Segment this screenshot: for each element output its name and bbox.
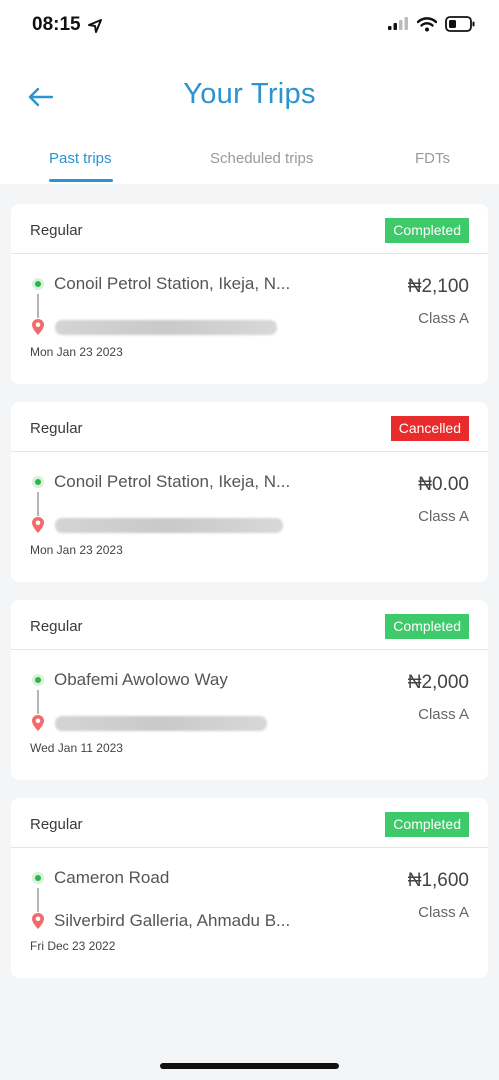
destination-address: Silverbird Galleria, Ahmadu B...: [54, 911, 291, 930]
active-tab-indicator: [49, 179, 113, 182]
trip-date: Mon Jan 23 2023: [30, 345, 123, 359]
trip-card-header: Regular Cancelled: [11, 402, 488, 452]
origin-dot-icon: [32, 278, 44, 290]
destination-pin-icon: [32, 319, 44, 335]
destination-pin-icon: [32, 715, 44, 731]
origin-address: Cameron Road: [54, 868, 170, 887]
destination-pin-icon: [32, 913, 44, 929]
trip-card[interactable]: Regular Completed Obafemi Awolowo Way We…: [11, 600, 488, 780]
status-bar: 08:15: [0, 0, 499, 56]
trip-card-header: Regular Completed: [11, 600, 488, 650]
header: Your Trips Past trips Scheduled trips FD…: [0, 56, 499, 184]
trip-class: Class A: [418, 706, 469, 723]
redacted-destination: [55, 518, 283, 533]
trip-card-header: Regular Completed: [11, 798, 488, 848]
trip-fare: ₦1,600: [407, 870, 469, 891]
route-line: [37, 294, 39, 318]
origin-address: Conoil Petrol Station, Ikeja, N...: [54, 274, 291, 293]
trip-type: Regular: [30, 222, 83, 239]
trip-class: Class A: [418, 310, 469, 327]
location-arrow-icon: [88, 19, 102, 33]
status-time: 08:15: [32, 14, 81, 35]
status-badge: Completed: [385, 218, 469, 243]
trip-card[interactable]: Regular Completed Cameron Road Silverbir…: [11, 798, 488, 978]
page-title: Your Trips: [183, 78, 316, 110]
origin-dot-icon: [32, 674, 44, 686]
destination-pin-icon: [32, 517, 44, 533]
trip-card[interactable]: Regular Completed Conoil Petrol Station,…: [11, 204, 488, 384]
route-line: [37, 492, 39, 516]
route-line: [37, 690, 39, 714]
trip-type: Regular: [30, 816, 83, 833]
origin-dot-icon: [32, 872, 44, 884]
tab-past-trips[interactable]: Past trips: [49, 150, 112, 167]
tab-fdts[interactable]: FDTs: [415, 150, 450, 167]
trip-date: Fri Dec 23 2022: [30, 939, 116, 953]
trip-fare: ₦0.00: [418, 474, 469, 495]
redacted-destination: [55, 320, 277, 335]
tab-bar: Past trips Scheduled trips FDTs: [0, 148, 499, 184]
trip-card-header: Regular Completed: [11, 204, 488, 254]
origin-address: Conoil Petrol Station, Ikeja, N...: [54, 472, 291, 491]
trip-type: Regular: [30, 618, 83, 635]
status-icons: [387, 16, 475, 32]
battery-icon: [445, 16, 475, 32]
trip-date: Wed Jan 11 2023: [30, 741, 123, 755]
trip-fare: ₦2,000: [407, 672, 469, 693]
home-indicator[interactable]: [160, 1063, 339, 1069]
origin-address: Obafemi Awolowo Way: [54, 670, 228, 689]
trip-class: Class A: [418, 508, 469, 525]
status-badge: Completed: [385, 614, 469, 639]
tab-scheduled-trips[interactable]: Scheduled trips: [210, 150, 313, 167]
signal-icon: [388, 17, 408, 30]
wifi-icon: [417, 16, 437, 31]
trip-card[interactable]: Regular Cancelled Conoil Petrol Station,…: [11, 402, 488, 582]
trip-fare: ₦2,100: [407, 276, 469, 297]
trip-type: Regular: [30, 420, 83, 437]
origin-dot-icon: [32, 476, 44, 488]
trip-date: Mon Jan 23 2023: [30, 543, 123, 557]
status-badge: Cancelled: [390, 416, 469, 441]
status-badge: Completed: [385, 812, 469, 837]
trip-class: Class A: [418, 904, 469, 921]
route-line: [37, 888, 39, 912]
redacted-destination: [55, 716, 267, 731]
